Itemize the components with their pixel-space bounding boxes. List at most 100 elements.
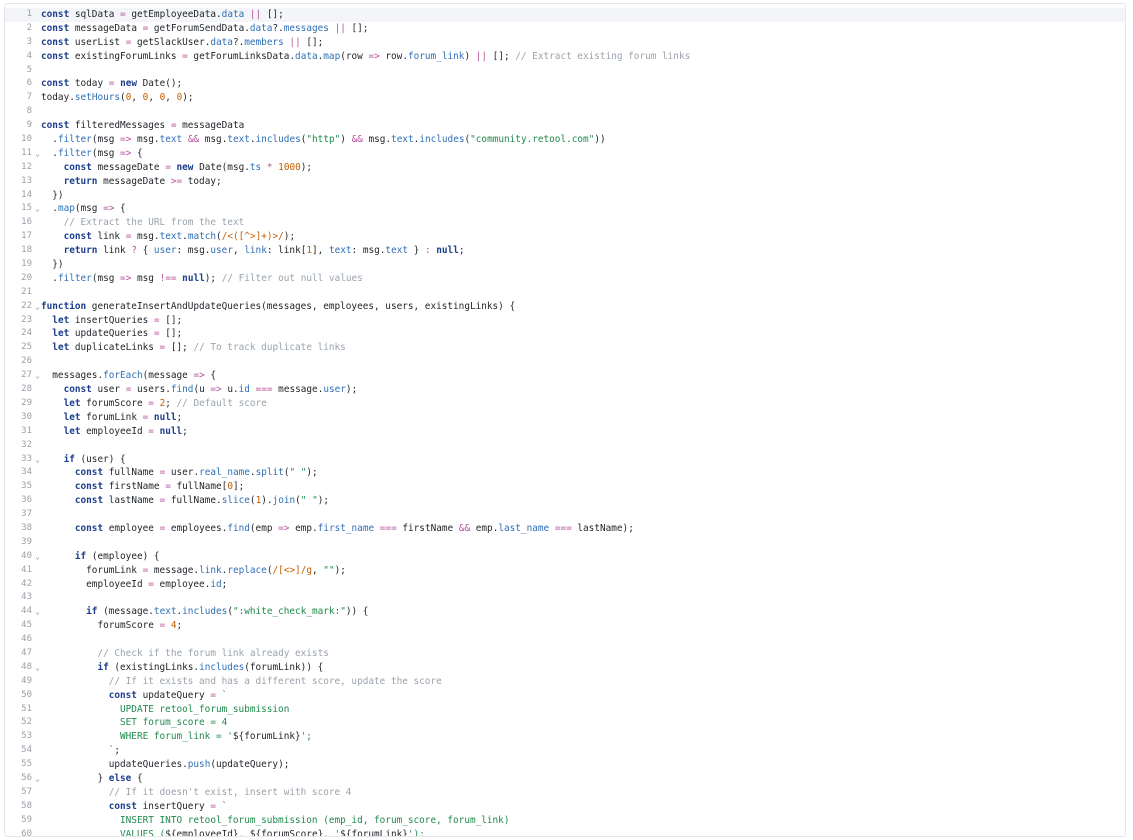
code-line[interactable]: 11 ⌄ .filter(msg => { — [5, 147, 1125, 161]
code-line[interactable]: 28 const user = users.find(u => u.id ===… — [5, 383, 1125, 397]
code-token: forumLink — [80, 411, 143, 423]
code-line[interactable]: 60 VALUES (${employeeId}, ${forumScore},… — [5, 828, 1125, 837]
code-line[interactable]: 14 }) — [5, 189, 1125, 203]
code-line[interactable]: 34 const fullName = user.real_name.split… — [5, 466, 1125, 480]
code-line[interactable]: 24 let updateQueries = []; — [5, 327, 1125, 341]
code-line[interactable]: 52 SET forum_score = 4 — [5, 716, 1125, 730]
code-token: []; — [345, 22, 369, 34]
code-line[interactable]: 59 INSERT INTO retool_forum_submission (… — [5, 814, 1125, 828]
line-number: 36 — [21, 495, 32, 506]
code-token: ${employeeId} — [165, 828, 239, 837]
code-line[interactable]: 42 employeeId = employee.id; — [5, 578, 1125, 592]
code-line[interactable]: 51 UPDATE retool_forum_submission — [5, 703, 1125, 717]
code-line[interactable]: 57 // If it doesn't exist, insert with s… — [5, 786, 1125, 800]
line-number: 48 — [21, 661, 32, 672]
line-number: 10 — [21, 134, 32, 145]
code-line[interactable]: 32 — [5, 439, 1125, 453]
code-line[interactable]: 43 — [5, 591, 1125, 605]
code-line[interactable]: 44 ⌄ if (message.text.includes(":white_ch… — [5, 605, 1125, 619]
code-line[interactable]: 4 const existingForumLinks = getForumLink… — [5, 50, 1125, 64]
code-token: today — [69, 78, 109, 90]
code-line[interactable]: 20 .filter(msg => msg !== null); // Filt… — [5, 272, 1125, 286]
code-line[interactable]: 48 ⌄ if (existingLinks.includes(forumLink… — [5, 661, 1125, 675]
code-line[interactable]: 15 ⌄ .map(msg => { — [5, 202, 1125, 216]
code-line[interactable]: 45 forumScore = 4; — [5, 619, 1125, 633]
code-line[interactable]: 7 today.setHours(0, 0, 0, 0); — [5, 91, 1125, 105]
code-line[interactable]: 54 `; — [5, 744, 1125, 758]
code-line[interactable]: 36 const lastName = fullName.slice(1).jo… — [5, 494, 1125, 508]
code-token: }) — [41, 259, 64, 271]
code-line[interactable]: 23 let insertQueries = []; — [5, 314, 1125, 328]
code-line[interactable]: 26 — [5, 355, 1125, 369]
code-text: // Extract the URL from the text — [41, 216, 245, 230]
code-line[interactable]: 30 let forumLink = null; — [5, 411, 1125, 425]
line-number: 26 — [21, 356, 32, 367]
code-line[interactable]: 56 ⌄ } else { — [5, 772, 1125, 786]
code-token: // To track duplicate links — [193, 342, 346, 354]
code-area[interactable]: 1 const sqlData = getEmployeeData.data ||… — [5, 8, 1125, 837]
code-token: (employee) { — [86, 550, 160, 562]
line-number: 6 — [26, 78, 32, 89]
code-token: && — [187, 134, 200, 146]
code-token: ); — [306, 467, 318, 479]
code-line[interactable]: 35 const firstName = fullName[0]; — [5, 480, 1125, 494]
code-line[interactable]: 47 // Check if the forum link already ex… — [5, 647, 1125, 661]
code-token: data — [295, 50, 318, 62]
code-token: first_name — [317, 522, 375, 534]
code-line[interactable]: 2 const messageData = getForumSendData.da… — [5, 22, 1125, 36]
code-line[interactable]: 10 .filter(msg => msg.text && msg.text.i… — [5, 133, 1125, 147]
code-token: null — [436, 245, 459, 257]
code-token: link — [97, 245, 132, 257]
code-line[interactable]: 3 const userList = getSlackUser.data?.mem… — [5, 36, 1125, 50]
code-token: ; — [114, 745, 121, 757]
code-line[interactable]: 12 const messageDate = new Date(msg.ts *… — [5, 161, 1125, 175]
code-token: => — [120, 272, 132, 284]
code-line[interactable]: 9 const filteredMessages = messageData — [5, 119, 1125, 133]
code-line[interactable]: 6 const today = new Date(); — [5, 77, 1125, 91]
code-line[interactable]: 37 — [5, 508, 1125, 522]
code-line[interactable]: 5 — [5, 64, 1125, 78]
code-line[interactable]: 17 const link = msg.text.match(/<([^>]+)… — [5, 230, 1125, 244]
code-line[interactable]: 50 const updateQuery = ` — [5, 689, 1125, 703]
code-line[interactable]: 18 return link ? { user: msg.user, link:… — [5, 244, 1125, 258]
code-line[interactable]: 8 — [5, 105, 1125, 119]
code-line[interactable]: 33 ⌄ if (user) { — [5, 453, 1125, 467]
code-line[interactable]: 16 // Extract the URL from the text — [5, 216, 1125, 230]
line-number: 31 — [21, 425, 32, 436]
code-line[interactable]: 21 — [5, 286, 1125, 300]
code-token: const — [74, 481, 104, 493]
code-line[interactable]: 27 ⌄ messages.forEach(message => { — [5, 369, 1125, 383]
code-line[interactable]: 53 WHERE forum_link = '${forumLink}'; — [5, 730, 1125, 744]
code-text: const filteredMessages = messageData — [41, 119, 244, 133]
code-line[interactable]: 29 let forumScore = 2; // Default score — [5, 397, 1125, 411]
code-token: getEmployeeData — [125, 9, 217, 20]
code-line[interactable]: 40 ⌄ if (employee) { — [5, 550, 1125, 564]
code-token: { — [204, 370, 217, 382]
code-line[interactable]: 22 ⌄ function generateInsertAndUpdateQueri… — [5, 300, 1125, 314]
code-line[interactable]: 1 const sqlData = getEmployeeData.data ||… — [5, 8, 1125, 22]
code-line[interactable]: 38 const employee = employees.find(emp =… — [5, 522, 1125, 536]
code-line[interactable]: 39 — [5, 536, 1125, 550]
code-line[interactable]: 58 const insertQuery = ` — [5, 800, 1125, 814]
code-line[interactable]: 55 updateQueries.push(updateQuery); — [5, 758, 1125, 772]
line-number: 33 — [21, 453, 32, 464]
code-line[interactable]: 13 return messageDate >= today; — [5, 175, 1125, 189]
code-token: filter — [57, 147, 92, 159]
code-token: row — [379, 50, 403, 62]
line-number: 35 — [21, 481, 32, 492]
code-token: (msg — [91, 272, 121, 284]
code-editor[interactable]: 1 const sqlData = getEmployeeData.data ||… — [0, 0, 1133, 840]
code-editor-frame[interactable]: 1 const sqlData = getEmployeeData.data ||… — [4, 3, 1126, 837]
code-line[interactable]: 19 }) — [5, 258, 1125, 272]
code-token: const — [41, 120, 70, 132]
code-line[interactable]: 41 forumLink = message.link.replace(/[<>… — [5, 564, 1125, 578]
code-line[interactable]: 49 // If it exists and has a different s… — [5, 675, 1125, 689]
line-number: 34 — [21, 467, 32, 478]
code-token: (msg — [91, 147, 121, 159]
code-line[interactable]: 25 let duplicateLinks = []; // To track … — [5, 341, 1125, 355]
code-line[interactable]: 31 let employeeId = null; — [5, 425, 1125, 439]
code-line[interactable]: 46 — [5, 633, 1125, 647]
code-token: , — [165, 92, 177, 104]
